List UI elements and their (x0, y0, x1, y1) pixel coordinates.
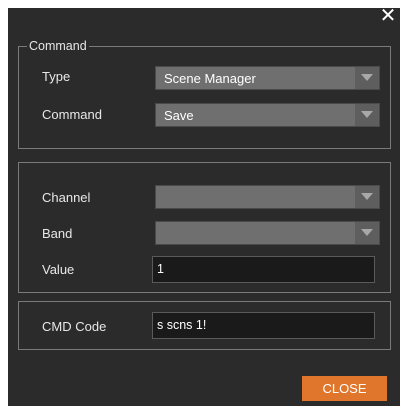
type-select[interactable]: Scene Manager (155, 66, 380, 90)
value-label: Value (42, 262, 75, 277)
channel-dropdown-button[interactable] (355, 186, 379, 208)
cmd-code-input-text: s scns 1! (157, 318, 207, 332)
chevron-down-icon (361, 111, 373, 118)
band-select[interactable] (155, 221, 380, 245)
type-select-value: Scene Manager (164, 71, 256, 86)
command-group: Command (18, 39, 391, 149)
band-dropdown-button[interactable] (355, 222, 379, 244)
value-input[interactable]: 1 (152, 256, 375, 283)
type-dropdown-button[interactable] (355, 67, 379, 89)
band-label: Band (42, 226, 73, 241)
command-label: Command (42, 107, 102, 122)
command-select[interactable]: Save (155, 103, 380, 127)
type-label: Type (42, 69, 71, 84)
channel-select[interactable] (155, 185, 380, 209)
channel-label: Channel (42, 190, 91, 205)
close-icon[interactable]: ✕ (378, 6, 398, 26)
value-input-text: 1 (157, 262, 164, 276)
cmd-code-label: CMD Code (42, 319, 107, 334)
chevron-down-icon (361, 193, 373, 200)
chevron-down-icon (361, 74, 373, 81)
command-select-value: Save (164, 108, 194, 123)
chevron-down-icon (361, 229, 373, 236)
cmd-code-input[interactable]: s scns 1! (152, 312, 375, 339)
command-dialog: ✕ Command Type Scene Manager Command Sav… (8, 6, 400, 406)
command-group-legend: Command (27, 39, 89, 53)
close-button[interactable]: CLOSE (302, 376, 387, 401)
command-dropdown-button[interactable] (355, 104, 379, 126)
